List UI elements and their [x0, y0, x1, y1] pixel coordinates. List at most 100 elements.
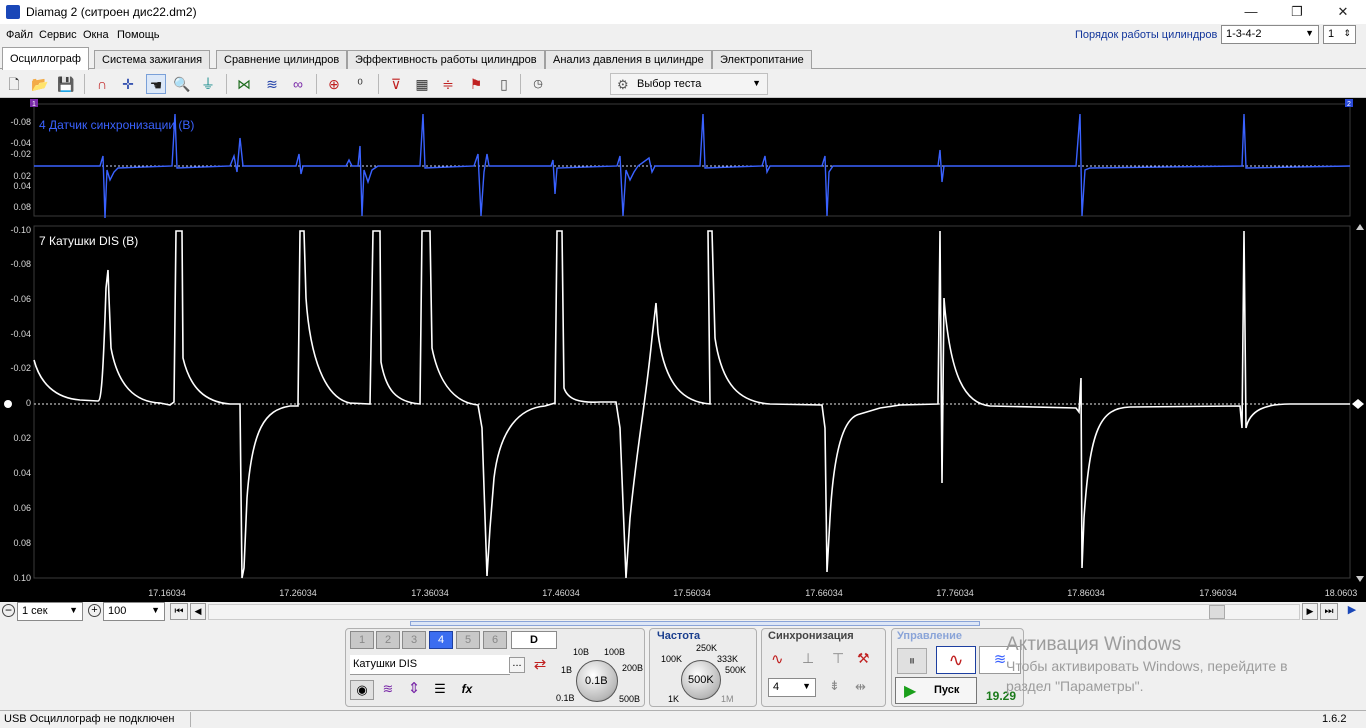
- open-folder-icon[interactable]: 📂: [30, 74, 50, 94]
- save-icon[interactable]: 💾: [56, 74, 76, 94]
- scroll-up-icon[interactable]: [1356, 224, 1364, 230]
- scope-graph[interactable]: 1 2: [0, 98, 1366, 602]
- function-icon[interactable]: fx: [455, 680, 479, 700]
- split-icon[interactable]: ⋈: [234, 74, 254, 94]
- ch7-tick: 0.02: [13, 433, 31, 443]
- ch7-tick: 0.08: [13, 538, 31, 548]
- ch4-tick: 0.04: [13, 181, 31, 191]
- filter-icon[interactable]: ⊽: [386, 74, 406, 94]
- signal-icon[interactable]: ⏚: [198, 74, 218, 94]
- tab-power[interactable]: Электропитание: [712, 50, 812, 69]
- scroll-down-icon[interactable]: [1356, 576, 1364, 582]
- close-button[interactable]: ✕: [1320, 0, 1366, 24]
- sync-falling-icon[interactable]: ⊤: [832, 650, 844, 667]
- menu-file[interactable]: Файл: [6, 29, 33, 41]
- ch4-tick: 0.02: [13, 171, 31, 181]
- menu-service[interactable]: Сервис: [39, 29, 77, 41]
- cylinder-count-stepper[interactable]: 1 ⇕: [1323, 25, 1356, 44]
- go-start-icon[interactable]: ⏮: [170, 603, 188, 620]
- start-button[interactable]: ▶ Пуск: [895, 677, 977, 704]
- play-scroll-icon[interactable]: ▶: [1342, 603, 1362, 620]
- channel-button-5[interactable]: 5: [456, 631, 480, 649]
- magnet-icon[interactable]: ∩: [92, 74, 112, 94]
- waves-icon[interactable]: ≋: [262, 74, 282, 94]
- ch7-tick: -0.02: [10, 363, 31, 373]
- scroll-left-icon[interactable]: ◀: [190, 603, 206, 620]
- channel-button-1[interactable]: 1: [350, 631, 374, 649]
- ch7-tick: -0.04: [10, 329, 31, 339]
- tab-oscilloscope[interactable]: Осциллограф: [2, 47, 89, 70]
- menu-help[interactable]: Помощь: [117, 29, 160, 41]
- knob-scale-label: 200В: [622, 663, 644, 673]
- tab-ignition[interactable]: Система зажигания: [94, 50, 211, 69]
- knob-scale-label: 0.1В: [556, 693, 575, 703]
- toolbar-divider: [84, 74, 85, 94]
- cylinder-order-value: 1-3-4-2: [1226, 28, 1262, 40]
- zoom-value: 100: [108, 605, 127, 617]
- zoom-out-icon[interactable]: −: [2, 604, 15, 617]
- time-scale-select[interactable]: 1 сек ▼: [17, 602, 83, 621]
- auto-scale-icon[interactable]: ⊕: [324, 74, 344, 94]
- ch4-tick: -0.08: [10, 117, 31, 127]
- time-scrollbar-thumb[interactable]: [1209, 605, 1225, 619]
- sync-level-icon[interactable]: ⇟: [829, 678, 840, 694]
- hand-icon[interactable]: ☚: [146, 74, 166, 94]
- grid-icon[interactable]: ▦: [412, 74, 432, 94]
- time-tick: 17.46034: [542, 588, 580, 598]
- sync-single-icon[interactable]: ⚒: [857, 650, 870, 667]
- tab-cylinder-efficiency[interactable]: Эффективность работы цилиндров: [347, 50, 545, 69]
- version-text: 1.6.2: [1322, 713, 1347, 725]
- go-end-icon[interactable]: ⏭: [1320, 603, 1338, 620]
- new-file-icon[interactable]: 🗋: [4, 74, 24, 94]
- knob-scale-label: 333K: [717, 654, 739, 664]
- maximize-button[interactable]: ❐: [1274, 0, 1320, 24]
- channel-button-4[interactable]: 4: [429, 631, 453, 649]
- channel-button-3[interactable]: 3: [402, 631, 426, 649]
- channel-browse-button[interactable]: ...: [509, 657, 525, 673]
- single-wave-button[interactable]: ∿: [936, 646, 976, 674]
- sync-rising-icon[interactable]: ⊥: [802, 650, 814, 667]
- time-tick: 18.0603: [1324, 588, 1358, 598]
- channel7-offset-handle[interactable]: [1352, 399, 1364, 409]
- zoom-select[interactable]: 100 ▼: [103, 602, 165, 621]
- invert-signal-icon[interactable]: ≋: [376, 680, 400, 700]
- cursor-cross-icon[interactable]: ✛: [118, 74, 138, 94]
- zero-offset-icon[interactable]: ⁰: [350, 74, 370, 94]
- eye-icon[interactable]: ◉: [350, 680, 374, 700]
- channel-button-6[interactable]: 6: [483, 631, 507, 649]
- sync-position-icon[interactable]: ⇹: [855, 679, 866, 695]
- document-icon[interactable]: ▯: [494, 74, 514, 94]
- channel-name-field[interactable]: Катушки DIS: [350, 655, 510, 675]
- channel-settings-icon[interactable]: ⇄: [530, 655, 550, 675]
- frequency-title: Частота: [657, 630, 701, 642]
- cylinder-order-select[interactable]: 1-3-4-2 ▼: [1221, 25, 1319, 44]
- tab-cylinder-compare[interactable]: Сравнение цилиндров: [216, 50, 348, 69]
- chevron-down-icon: ▼: [69, 605, 78, 615]
- vertical-shift-icon[interactable]: ⇕: [402, 680, 426, 700]
- tab-pressure-analysis[interactable]: Анализ давления в цилиндре: [545, 50, 712, 69]
- dashed-lines-icon[interactable]: ☰: [428, 680, 452, 700]
- zoom-in-icon[interactable]: +: [88, 604, 101, 617]
- overlay-icon[interactable]: ∞: [288, 74, 308, 94]
- activation-watermark-text: Чтобы активировать Windows, перейдите в …: [1006, 658, 1288, 694]
- panel-splitter[interactable]: [410, 621, 980, 626]
- minimize-button[interactable]: —: [1228, 0, 1274, 24]
- auto-clock-icon[interactable]: ◷: [528, 74, 548, 94]
- pause-button[interactable]: ⏸: [897, 648, 927, 674]
- test-select-dropdown[interactable]: ⚙ Выбор теста ▼: [610, 73, 768, 95]
- channel4-frame: [33, 103, 1351, 217]
- scroll-right-icon[interactable]: ▶: [1302, 603, 1318, 620]
- digital-channel-button[interactable]: D: [511, 631, 557, 649]
- flag-icon[interactable]: ⚑: [466, 74, 486, 94]
- zoom-icon[interactable]: 🔍: [172, 74, 192, 94]
- status-divider: [190, 712, 1315, 727]
- toolbar-divider: [226, 74, 227, 94]
- knob-scale-label: 1В: [561, 665, 573, 675]
- channel-button-2[interactable]: 2: [376, 631, 400, 649]
- menu-windows[interactable]: Окна: [83, 29, 109, 41]
- sync-auto-icon[interactable]: ∿: [771, 650, 784, 668]
- time-scrollbar[interactable]: [208, 604, 1300, 620]
- time-tick: 17.76034: [936, 588, 974, 598]
- lines-icon[interactable]: ≑: [438, 74, 458, 94]
- sync-channel-select[interactable]: 4 ▼: [768, 678, 816, 697]
